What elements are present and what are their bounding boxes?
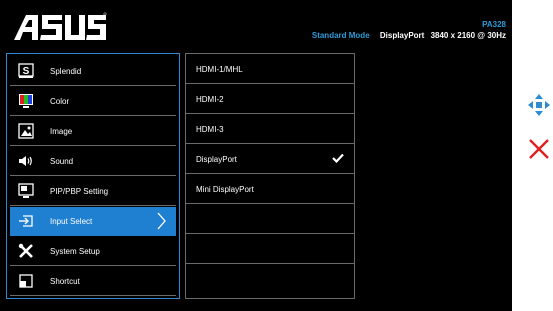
input-option-mini-displayport[interactable]: Mini DisplayPort [186,174,354,204]
option-label: HDMI-2 [196,95,224,104]
close-icon[interactable] [527,137,551,161]
osd-panel: PA328 Standard Mode DisplayPort 3840 x 2… [0,0,512,311]
model-name: PA328 [482,20,506,29]
tools-icon [18,243,33,258]
input-select-submenu: HDMI-1/MHL HDMI-2 HDMI-3 DisplayPort Min… [185,53,355,299]
directional-pad-icon[interactable] [527,93,551,117]
menu-item-pip-pbp[interactable]: PIP/PBP Setting [10,177,176,206]
menu-label: Splendid [50,67,82,76]
resolution-label: 3840 x 2160 @ 30Hz [430,31,506,40]
option-label: DisplayPort [196,155,237,164]
menu-label: Sound [50,157,74,166]
menu-label: System Setup [50,247,100,256]
menu-item-image[interactable]: Image [10,117,176,146]
splendid-icon: S [18,63,34,78]
input-option-hdmi-3[interactable]: HDMI-3 [186,114,354,144]
option-label: HDMI-1/MHL [196,65,243,74]
menu-label: Shortcut [50,277,80,286]
image-icon [18,123,34,139]
menu-item-system-setup[interactable]: System Setup [10,237,176,266]
status-line: Standard Mode DisplayPort 3840 x 2160 @ … [312,30,506,41]
color-icon [19,94,33,108]
menu-item-color[interactable]: Color [10,87,176,116]
menu-label: Color [50,97,70,106]
option-label: HDMI-3 [196,125,224,134]
input-select-icon [19,215,33,227]
input-option-hdmi-2[interactable]: HDMI-2 [186,84,354,114]
menu-item-shortcut[interactable]: Shortcut [10,267,176,296]
menu-item-splendid[interactable]: S Splendid [10,57,176,86]
speaker-icon [19,156,32,166]
svg-text:S: S [23,66,30,77]
current-port-label: DisplayPort [379,31,425,40]
input-option-empty [186,264,354,294]
main-menu: S Splendid Color Image Sound PIP/PBP Set… [6,53,180,299]
menu-label: Image [50,127,73,136]
input-option-displayport[interactable]: DisplayPort [186,144,354,174]
checkmark-icon [332,153,344,163]
menu-label: PIP/PBP Setting [50,187,109,196]
input-option-empty [186,204,354,234]
option-label: Mini DisplayPort [196,185,254,194]
menu-label: Input Select [50,217,93,226]
input-option-hdmi-1-mhl[interactable]: HDMI-1/MHL [186,54,354,84]
menu-item-input-select[interactable]: Input Select [10,207,176,236]
chevron-right-icon [157,212,166,230]
asus-logo [14,12,107,40]
status-header: PA328 Standard Mode DisplayPort 3840 x 2… [312,19,506,41]
input-option-empty [186,234,354,264]
pip-icon [18,183,34,198]
shortcut-icon [19,274,33,288]
mode-label: Standard Mode [311,31,370,40]
menu-item-sound[interactable]: Sound [10,147,176,176]
